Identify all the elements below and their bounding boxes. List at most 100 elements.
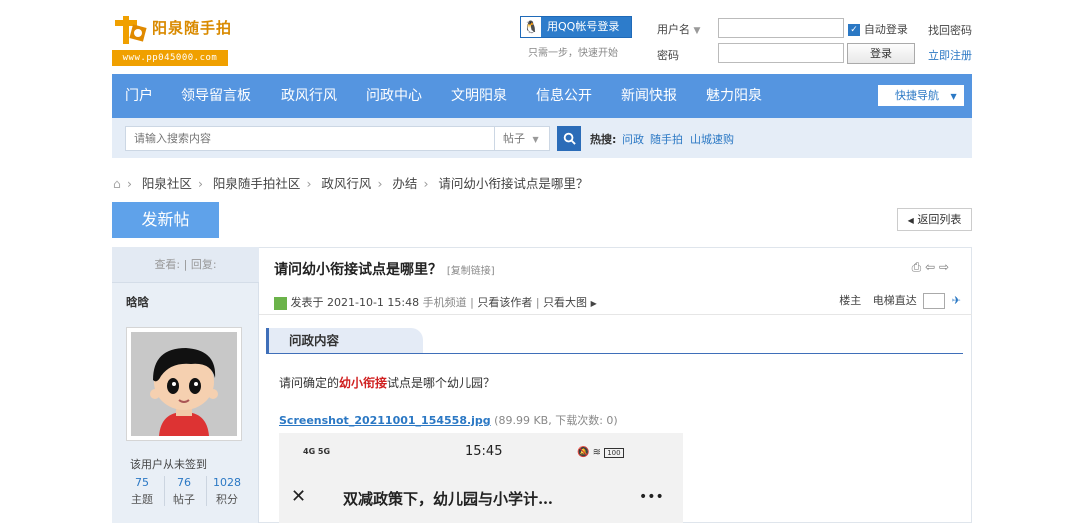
username-label[interactable]: 用户名 ▼	[657, 21, 700, 37]
stat-threads[interactable]: 75 主题	[122, 476, 162, 507]
elevator-input[interactable]	[923, 293, 946, 309]
brand-url: www.pp045000.com	[112, 50, 228, 66]
auto-login-label: 自动登录	[863, 23, 908, 36]
nav-item-portal[interactable]: 门户	[125, 74, 153, 118]
breadcrumb-item[interactable]: 政风行风	[321, 176, 371, 191]
more-icon: •••	[639, 489, 664, 505]
status-icons: 🔕 ≋ 100	[577, 447, 624, 458]
qq-login-label: 用QQ帐号登录	[547, 20, 620, 33]
separator-icon: ›	[306, 176, 312, 191]
attachment-image[interactable]: 4G 5G 15:45 🔕 ≋ 100 ✕ 双减政策下，幼儿园与小学计… •••	[279, 433, 683, 523]
back-label: 返回列表	[917, 213, 962, 226]
divider: |	[535, 296, 540, 309]
breadcrumb-item[interactable]: 阳泉随手拍社区	[213, 176, 301, 191]
avatar[interactable]	[126, 327, 242, 441]
attachment-link[interactable]: Screenshot_20211001_154558.jpg	[279, 414, 491, 427]
breadcrumb-item[interactable]: 办结	[392, 176, 417, 191]
section-header: 问政内容	[266, 328, 423, 353]
forgot-password-link[interactable]: 找回密码	[928, 22, 972, 38]
mute-icon: 🔕	[577, 447, 590, 458]
stat-value: 1028	[213, 476, 241, 489]
quick-nav-button[interactable]: 快捷导航 ▼	[878, 85, 964, 106]
post-title: 请问幼小衔接试点是哪里？ [复制链接]	[274, 259, 495, 279]
breadcrumb-current: 请问幼小衔接试点是哪里？	[438, 176, 589, 191]
back-to-list-button[interactable]: ◀ 返回列表	[897, 208, 972, 231]
nav-item-inquiry[interactable]: 问政中心	[366, 74, 422, 118]
floor-info: 楼主 电梯直达 ✈	[839, 292, 961, 309]
elevator-label: 电梯直达	[872, 294, 917, 307]
new-post-button[interactable]: 发新帖	[112, 202, 219, 238]
separator-icon: ›	[377, 176, 383, 191]
nav-item-info[interactable]: 信息公开	[536, 74, 592, 118]
post-via: 手机频道	[422, 296, 467, 309]
post-text: 试点是哪个幼儿园？	[387, 376, 496, 390]
nav-item-leader-board[interactable]: 领导留言板	[181, 74, 251, 118]
attachment: Screenshot_20211001_154558.jpg (89.99 KB…	[279, 412, 618, 428]
hot-link-shopping[interactable]: 山城速购	[690, 131, 734, 147]
close-icon: ✕	[291, 486, 307, 507]
hot-link-inquiry[interactable]: 问政	[622, 131, 644, 147]
author-name[interactable]: 晗晗	[126, 294, 149, 310]
screenshot-title: 双减政策下，幼儿园与小学计…	[343, 490, 554, 508]
caret-left-icon: ◀	[907, 216, 914, 225]
breadcrumb: ⌂ › 阳泉社区 › 阳泉随手拍社区 › 政风行风 › 办结 › 请问幼小衔接试点是哪里？	[113, 173, 594, 192]
search-type-value: 帖子	[503, 132, 525, 145]
battery-icon: 100	[604, 448, 624, 458]
hot-link-snapshot[interactable]: 随手拍	[650, 131, 683, 147]
stat-points[interactable]: 1028 积分	[207, 476, 247, 507]
nav-item-conduct[interactable]: 政风行风	[281, 74, 337, 118]
home-icon[interactable]: ⌂	[113, 176, 121, 191]
nav-item-charm[interactable]: 魅力阳泉	[706, 74, 762, 118]
search-button[interactable]	[557, 126, 581, 151]
post-text: 请问确定的	[279, 376, 340, 390]
floor-label: 楼主	[839, 294, 862, 307]
sign-status: 该用户从未签到	[130, 458, 207, 471]
only-author-link[interactable]: 只看该作者	[477, 296, 532, 309]
jump-icon[interactable]: ✈	[952, 294, 961, 307]
auto-login-checkbox[interactable]: ✓	[848, 23, 860, 36]
password-input[interactable]	[718, 43, 844, 63]
search-icon	[563, 132, 576, 145]
print-icon[interactable]: ⎙	[912, 260, 922, 274]
page: 阳泉随手拍 www.pp045000.com 🐧 用QQ帐号登录 只需一步，快速开…	[0, 0, 1080, 523]
nav-item-news[interactable]: 新闻快报	[621, 74, 677, 118]
nav-item-civilization[interactable]: 文明阳泉	[451, 74, 507, 118]
stat-value: 75	[135, 476, 149, 489]
separator-icon: ›	[423, 176, 429, 191]
status-signal: 4G 5G	[303, 447, 331, 456]
auto-login[interactable]: ✓ 自动登录	[848, 21, 908, 37]
hot-search-label: 热搜:	[590, 133, 617, 146]
qq-login-hint: 只需一步，快速开始	[528, 48, 618, 59]
prev-thread-icon[interactable]: ⇦	[925, 260, 935, 274]
stat-posts[interactable]: 76 帖子	[164, 476, 204, 507]
author-sidebar: 查看: | 回复: 晗晗 该用户从未签到 75 主题 76 帖子 1028 积分	[112, 247, 259, 523]
login-button[interactable]: 登录	[847, 43, 915, 64]
logo-icon	[115, 16, 147, 44]
status-time: 15:45	[465, 444, 503, 459]
big-image-link[interactable]: 只看大图	[543, 296, 587, 309]
stat-label: 积分	[216, 493, 238, 506]
search-input[interactable]	[125, 126, 495, 151]
breadcrumb-item[interactable]: 阳泉社区	[142, 176, 192, 191]
post-highlight: 幼小衔接	[339, 376, 388, 390]
qq-icon: 🐧	[521, 17, 541, 37]
password-label: 密码	[657, 49, 679, 62]
post-title-text: 请问幼小衔接试点是哪里？	[274, 262, 442, 278]
search-bar: 帖子 ▼ 热搜: 问政 随手拍 山城速购	[112, 118, 972, 158]
post-tools: ⎙ ⇦ ⇨	[912, 260, 949, 275]
copy-link[interactable]: [复制链接]	[447, 266, 495, 277]
attachment-info: (89.99 KB, 下载次数: 0)	[494, 414, 618, 427]
avatar-image	[131, 332, 237, 436]
caret-right-icon: ▶	[590, 299, 597, 308]
next-thread-icon[interactable]: ⇨	[939, 260, 949, 274]
qq-login-button[interactable]: 🐧 用QQ帐号登录	[520, 16, 632, 38]
user-icon	[274, 296, 287, 310]
separator-icon: ›	[126, 176, 132, 191]
divider: |	[470, 296, 474, 309]
quick-nav-label: 快捷导航	[895, 89, 939, 102]
stat-value: 76	[177, 476, 191, 489]
main-nav: 门户 领导留言板 政风行风 问政中心 文明阳泉 信息公开 新闻快报 魅力阳泉 快…	[112, 74, 972, 118]
register-link[interactable]: 立即注册	[928, 47, 972, 63]
search-type-select[interactable]: 帖子 ▼	[495, 126, 550, 151]
username-input[interactable]	[718, 18, 844, 38]
